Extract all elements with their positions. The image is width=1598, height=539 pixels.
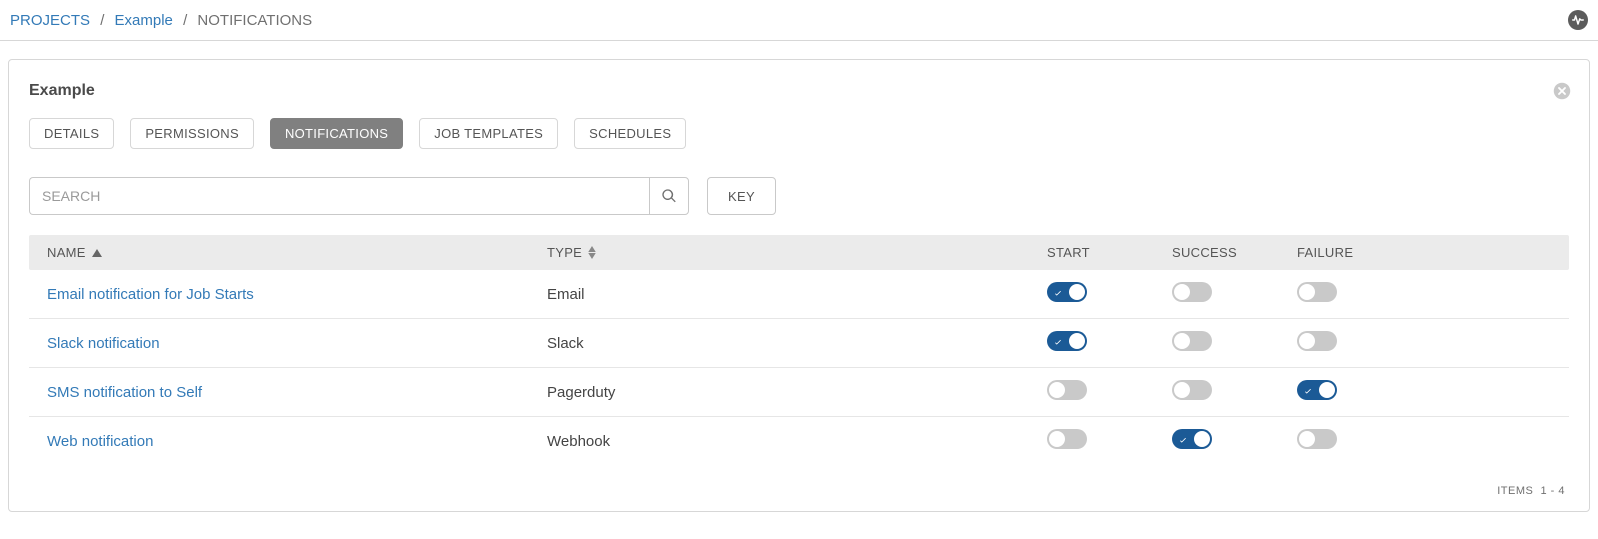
- cell-success: [1172, 282, 1297, 306]
- items-label: ITEMS: [1497, 485, 1533, 497]
- cell-start: [1047, 380, 1172, 404]
- cell-start: [1047, 331, 1172, 355]
- notification-name-link[interactable]: Web notification: [47, 433, 153, 450]
- column-success: SUCCESS: [1172, 245, 1297, 260]
- search-row: KEY: [29, 177, 1569, 215]
- column-start: START: [1047, 245, 1172, 260]
- breadcrumb-separator: /: [100, 12, 104, 29]
- toggle-failure[interactable]: [1297, 282, 1337, 302]
- search-icon[interactable]: [649, 177, 689, 215]
- table-body: Email notification for Job Starts Email Sl…: [29, 270, 1569, 465]
- toggle-failure[interactable]: [1297, 331, 1337, 351]
- page-title: Example: [29, 82, 1569, 100]
- cell-failure: [1297, 282, 1551, 306]
- toggle-start[interactable]: [1047, 331, 1087, 351]
- toggle-success[interactable]: [1172, 380, 1212, 400]
- cell-failure: [1297, 429, 1551, 453]
- tab-notifications[interactable]: NOTIFICATIONS: [270, 118, 403, 149]
- column-type[interactable]: TYPE: [547, 245, 1047, 260]
- table-row: Slack notification Slack: [29, 319, 1569, 368]
- tab-job-templates[interactable]: JOB TEMPLATES: [419, 118, 558, 149]
- check-icon: [1053, 335, 1063, 345]
- sort-icon: [588, 246, 596, 259]
- items-range: 1 - 4: [1540, 485, 1565, 497]
- notification-type: Pagerduty: [547, 384, 1047, 401]
- cell-failure: [1297, 380, 1551, 404]
- toggle-success[interactable]: [1172, 429, 1212, 449]
- notifications-card: Example DETAILS PERMISSIONS NOTIFICATIONS J…: [8, 59, 1590, 512]
- cell-start: [1047, 429, 1172, 453]
- search-group: [29, 177, 689, 215]
- breadcrumb-projects-link[interactable]: PROJECTS: [10, 12, 90, 29]
- tab-schedules[interactable]: SCHEDULES: [574, 118, 686, 149]
- notification-name-link[interactable]: Email notification for Job Starts: [47, 286, 254, 303]
- column-failure-label: FAILURE: [1297, 245, 1353, 260]
- notification-type: Email: [547, 286, 1047, 303]
- close-icon[interactable]: [1553, 82, 1571, 105]
- column-failure: FAILURE: [1297, 245, 1551, 260]
- check-icon: [1303, 384, 1313, 394]
- table-header: NAME TYPE START SUCCESS FAILURE: [29, 235, 1569, 270]
- toggle-start[interactable]: [1047, 380, 1087, 400]
- breadcrumb-project-link[interactable]: Example: [115, 12, 173, 29]
- caret-up-icon: [92, 249, 102, 257]
- toggle-success[interactable]: [1172, 282, 1212, 302]
- notification-type: Slack: [547, 335, 1047, 352]
- cell-start: [1047, 282, 1172, 306]
- check-icon: [1053, 286, 1063, 296]
- cell-success: [1172, 380, 1297, 404]
- search-input[interactable]: [29, 177, 649, 215]
- notification-name-link[interactable]: SMS notification to Self: [47, 384, 202, 401]
- items-footer: ITEMS 1 - 4: [29, 485, 1569, 497]
- tab-permissions[interactable]: PERMISSIONS: [130, 118, 254, 149]
- toggle-start[interactable]: [1047, 429, 1087, 449]
- table-row: Email notification for Job Starts Email: [29, 270, 1569, 319]
- breadcrumb-current: NOTIFICATIONS: [197, 12, 312, 29]
- column-name[interactable]: NAME: [47, 245, 547, 260]
- table-row: SMS notification to Self Pagerduty: [29, 368, 1569, 417]
- column-success-label: SUCCESS: [1172, 245, 1237, 260]
- key-button[interactable]: KEY: [707, 177, 776, 215]
- notifications-table: NAME TYPE START SUCCESS FAILURE Email no…: [29, 235, 1569, 465]
- toggle-failure[interactable]: [1297, 380, 1337, 400]
- activity-stream-icon[interactable]: [1568, 10, 1588, 30]
- top-bar: PROJECTS / Example / NOTIFICATIONS: [0, 0, 1598, 41]
- notification-type: Webhook: [547, 433, 1047, 450]
- cell-success: [1172, 331, 1297, 355]
- notification-name-link[interactable]: Slack notification: [47, 335, 160, 352]
- toggle-success[interactable]: [1172, 331, 1212, 351]
- cell-failure: [1297, 331, 1551, 355]
- tabs: DETAILS PERMISSIONS NOTIFICATIONS JOB TEMPL…: [29, 118, 1569, 149]
- tab-details[interactable]: DETAILS: [29, 118, 114, 149]
- column-start-label: START: [1047, 245, 1090, 260]
- cell-success: [1172, 429, 1297, 453]
- breadcrumb-separator: /: [183, 12, 187, 29]
- check-icon: [1178, 433, 1188, 443]
- table-row: Web notification Webhook: [29, 417, 1569, 465]
- column-type-label: TYPE: [547, 245, 582, 260]
- breadcrumb: PROJECTS / Example / NOTIFICATIONS: [10, 12, 312, 29]
- toggle-failure[interactable]: [1297, 429, 1337, 449]
- column-name-label: NAME: [47, 245, 86, 260]
- toggle-start[interactable]: [1047, 282, 1087, 302]
